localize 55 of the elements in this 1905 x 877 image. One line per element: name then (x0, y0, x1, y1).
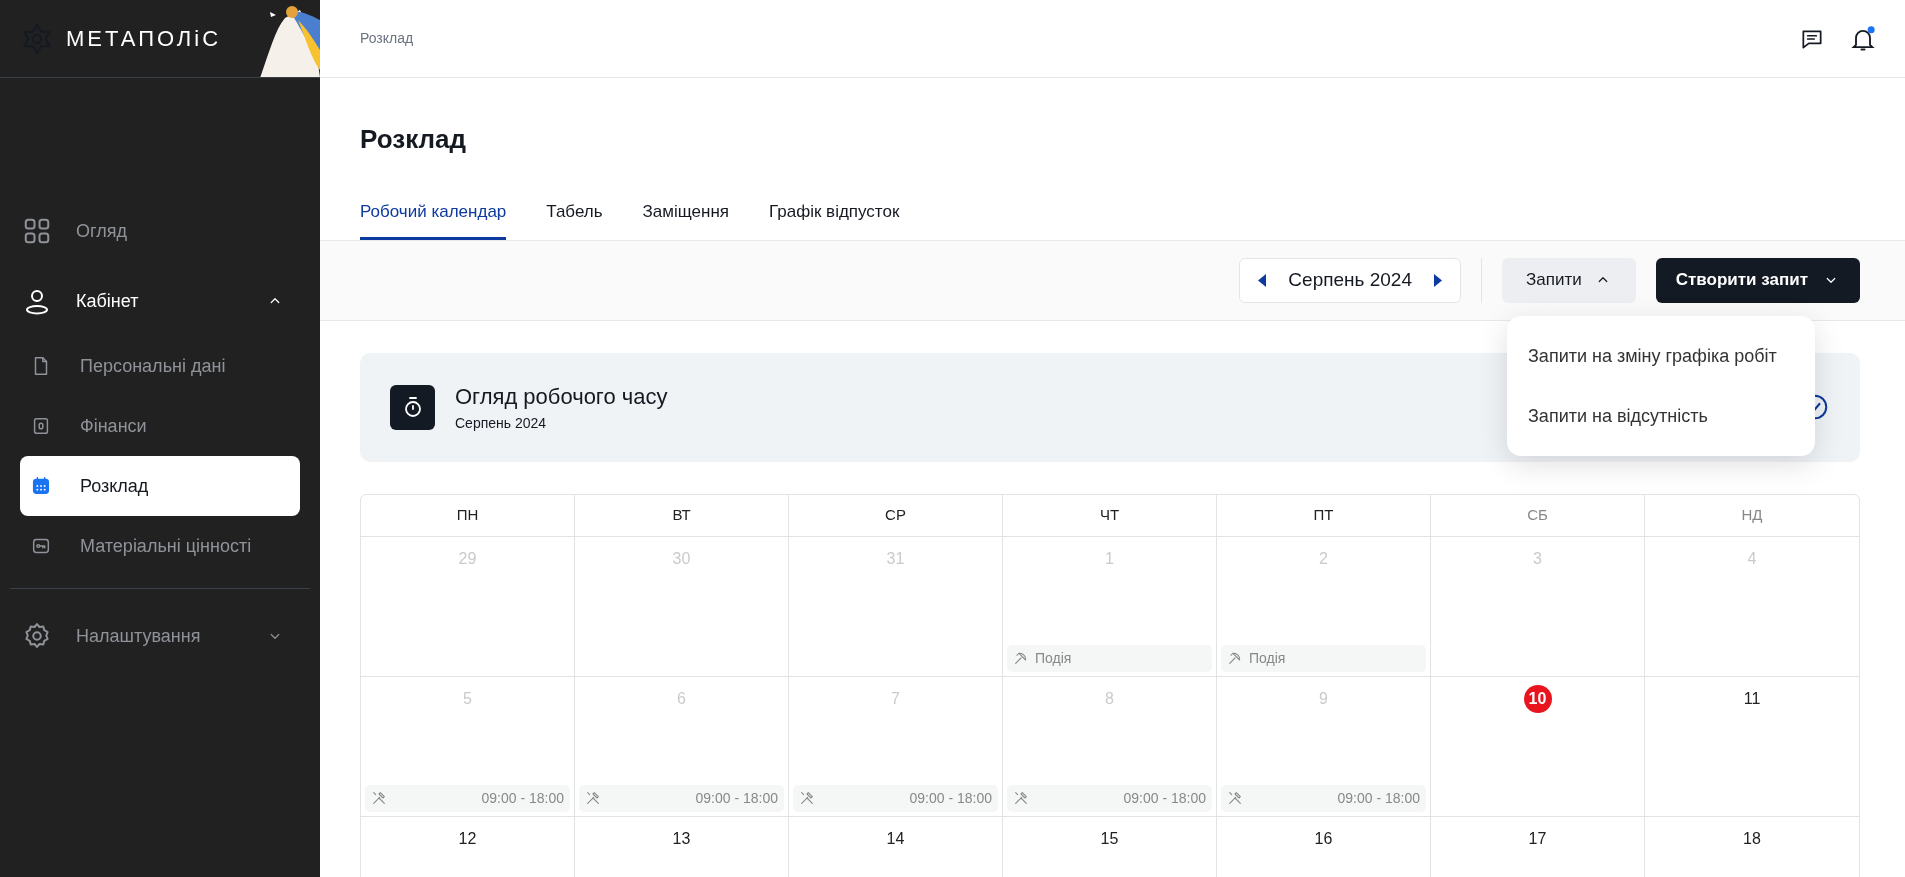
previous-icon[interactable] (1258, 273, 1267, 287)
tab[interactable]: Графік відпусток (769, 199, 900, 240)
day-number: 13 (671, 828, 692, 849)
next-icon[interactable] (1434, 273, 1442, 287)
logo-text: МЕТАПОЛіС (66, 25, 222, 53)
day-number: 15 (1099, 828, 1120, 849)
notification-bell-icon[interactable] (1849, 24, 1877, 53)
sidebar-item[interactable]: Матеріальні цінності (20, 516, 300, 576)
create-request-button[interactable]: Створити запит (1655, 257, 1860, 303)
calendar-event[interactable]: Подія (1007, 644, 1212, 672)
tools-icon (1227, 790, 1243, 806)
calendar-event[interactable]: 09:00 - 18:00 (1221, 784, 1426, 812)
weekday-header: ПН (361, 494, 575, 537)
stopwatch-icon (390, 384, 435, 430)
calendar-event[interactable]: 09:00 - 18:00 (793, 784, 998, 812)
overview-subtitle: Серпень 2024 (455, 414, 548, 433)
tools-icon (1013, 790, 1029, 806)
day-number: 14 (885, 828, 906, 849)
day-number: 16 (1313, 828, 1334, 849)
tools-icon (799, 790, 815, 806)
sidebar-item[interactable]: Кабінет (20, 266, 300, 336)
tab[interactable]: Заміщення (642, 199, 729, 240)
overview-title: Огляд робочого часу (455, 383, 668, 411)
month-label: Серпень 2024 (1288, 267, 1412, 292)
menu-item[interactable]: Запити на зміну графіка робіт (1507, 326, 1815, 386)
calendar-event[interactable]: 09:00 - 18:00 (1007, 784, 1212, 812)
day-number: 18 (1742, 828, 1762, 849)
sidebar-item[interactable]: Персональні дані (20, 336, 300, 396)
weekday-header: СР (789, 494, 1003, 537)
grid-icon (22, 216, 52, 246)
requests-button[interactable]: Запити (1502, 257, 1636, 303)
tools-icon (585, 790, 601, 806)
day-number: 17 (1527, 828, 1548, 849)
calendar-event[interactable]: Подія (1221, 644, 1426, 672)
sidebar-item[interactable]: Налаштування (20, 601, 300, 671)
day-number: 11 (1742, 688, 1762, 709)
month-selector[interactable]: Серпень 2024 (1239, 257, 1461, 303)
sidebar-item[interactable]: Розклад (20, 456, 300, 516)
page-title: Розклад (360, 123, 467, 156)
tools-icon (371, 790, 387, 806)
weekday-header: ЧТ (1003, 494, 1217, 537)
weekday-header: ВТ (575, 494, 789, 537)
sidebar-item[interactable]: Огляд (20, 196, 300, 266)
calendar-icon (30, 475, 52, 497)
weekday-header: ПТ (1217, 494, 1431, 537)
sidebar-item[interactable]: Фінанси (20, 396, 300, 456)
breadcrumb: Розклад (360, 29, 414, 48)
calendar-event[interactable]: 09:00 - 18:00 (579, 784, 784, 812)
weekday-header: НД (1645, 494, 1859, 537)
weekday-header: СБ (1431, 494, 1645, 537)
tab[interactable]: Табель (546, 199, 603, 240)
menu-item[interactable]: Запити на відсутність (1507, 386, 1815, 446)
day-number: 12 (457, 828, 478, 849)
calendar-event[interactable]: 09:00 - 18:00 (365, 784, 570, 812)
today-marker: 10 (1523, 684, 1552, 713)
